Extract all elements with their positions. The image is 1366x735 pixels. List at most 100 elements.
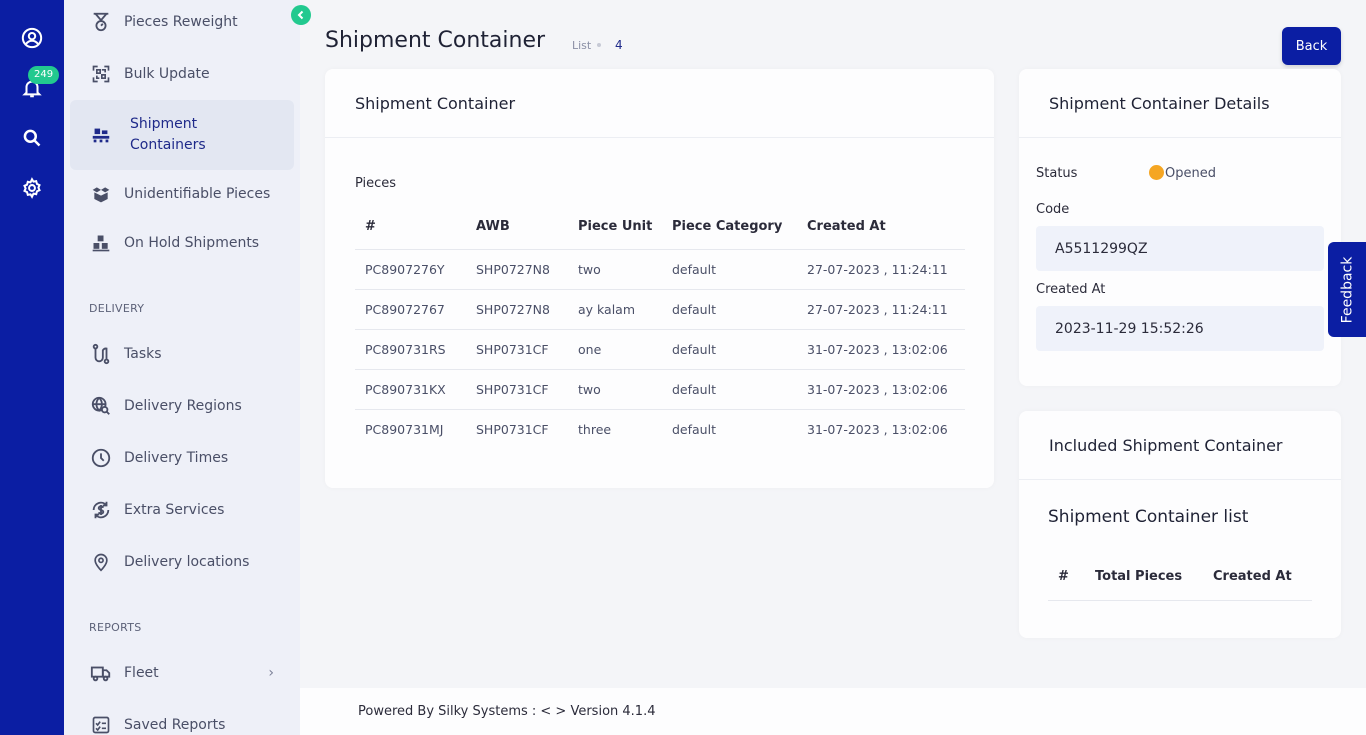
pallet-icon xyxy=(90,124,112,146)
code-value-field: A5511299QZ xyxy=(1036,226,1324,271)
notification-badge: 249 xyxy=(28,66,60,84)
map-pin-icon xyxy=(90,551,112,573)
sidebar-item-tasks[interactable]: Tasks xyxy=(70,336,294,372)
column-header: Piece Unit xyxy=(568,205,662,250)
chevron-right-icon: › xyxy=(268,665,274,681)
cell-awb: SHP0727N8 xyxy=(466,249,568,290)
footer: Powered By Silky Systems : < > Version 4… xyxy=(300,688,1366,735)
sidebar-item-shipment-containers[interactable]: Shipment Containers xyxy=(70,100,294,170)
checklist-icon xyxy=(90,714,112,735)
sidebar-item-saved-reports[interactable]: Saved Reports xyxy=(70,707,294,735)
status-value: Opened xyxy=(1165,166,1216,181)
table-row[interactable]: PC890731KX SHP0731CF two default 31-07-2… xyxy=(355,369,965,410)
cell-piece-category: default xyxy=(672,421,716,437)
route-icon xyxy=(90,343,112,365)
column-header: AWB xyxy=(466,205,568,250)
cell-created-at: 31-07-2023 , 13:02:06 xyxy=(797,329,965,370)
cell-piece-unit: two xyxy=(568,369,662,410)
search-icon[interactable] xyxy=(20,126,44,150)
pieces-card: Shipment Container Pieces # AWB Piece Un… xyxy=(325,69,994,488)
column-header: Created At xyxy=(797,205,965,250)
cell-awb: SHP0727N8 xyxy=(466,289,568,330)
cell-awb: SHP0731CF xyxy=(476,421,549,437)
card-title: Included Shipment Container xyxy=(1019,411,1341,480)
cell-piece-category: default xyxy=(662,369,797,410)
status-indicator-dot xyxy=(1149,165,1164,180)
cell-piece-unit: three xyxy=(578,421,612,437)
cell-created-at: 27-07-2023 , 11:24:11 xyxy=(797,289,965,330)
table-row[interactable]: PC890731MJ SHP0731CF three default 31-07… xyxy=(355,409,965,449)
sidebar-item-delivery-times[interactable]: Delivery Times xyxy=(70,440,294,476)
sidebar-item-label: Delivery Regions xyxy=(124,398,242,414)
breadcrumb-count: 4 xyxy=(615,38,623,52)
sidebar-item-label: On Hold Shipments xyxy=(124,235,260,251)
cell-piece-id: PC890731KX xyxy=(355,369,466,410)
sidebar-item-extra-services[interactable]: Extra Services xyxy=(70,492,294,528)
section-heading-delivery: DELIVERY xyxy=(89,302,145,315)
globe-search-icon xyxy=(90,395,112,417)
cell-awb: SHP0731CF xyxy=(466,369,568,410)
cell-piece-id: PC890731RS xyxy=(355,329,466,370)
cell-created-at: 31-07-2023 , 13:02:06 xyxy=(807,421,948,437)
sidebar-item-fleet[interactable]: Fleet › xyxy=(70,655,294,691)
column-header: # xyxy=(1058,569,1069,584)
cell-piece-category: default xyxy=(662,329,797,370)
column-header: # xyxy=(355,205,466,250)
sidebar-item-label: Shipment Containers xyxy=(130,116,206,153)
feedback-tab[interactable]: Feedback xyxy=(1328,242,1366,337)
back-button[interactable]: Back xyxy=(1282,27,1341,65)
included-container-card: Included Shipment Container Shipment Con… xyxy=(1019,411,1341,638)
breadcrumb-item[interactable]: List xyxy=(572,39,591,52)
sidebar-item-label: Bulk Update xyxy=(124,66,210,82)
qr-scan-icon xyxy=(90,63,112,85)
sidebar-item-unidentifiable-pieces[interactable]: Unidentifiable Pieces xyxy=(70,176,294,212)
status-label: Status xyxy=(1036,166,1078,181)
scale-icon xyxy=(90,11,112,33)
cell-piece-id: PC89072767 xyxy=(355,289,466,330)
sidebar-item-label: Saved Reports xyxy=(124,717,226,733)
sidebar-item-on-hold-shipments[interactable]: On Hold Shipments xyxy=(70,225,294,261)
truck-icon xyxy=(90,662,112,684)
sidebar-item-label: Delivery locations xyxy=(124,554,250,570)
cell-created-at: 31-07-2023 , 13:02:06 xyxy=(797,369,965,410)
table-row[interactable]: PC8907276Y SHP0727N8 two default 27-07-2… xyxy=(355,249,965,290)
section-heading-reports: REPORTS xyxy=(89,621,142,634)
breadcrumb: List xyxy=(572,39,607,52)
sidebar: Pieces Reweight Bulk Update Shipment Con… xyxy=(64,0,300,735)
table-row[interactable]: PC890731RS SHP0731CF one default 31-07-2… xyxy=(355,329,965,370)
icon-rail: 249 xyxy=(0,0,64,735)
sidebar-item-label: Fleet xyxy=(124,665,159,681)
collapse-sidebar-button[interactable] xyxy=(291,5,311,25)
sidebar-item-label: Extra Services xyxy=(124,502,225,518)
table-row[interactable]: PC89072767 SHP0727N8 ay kalam default 27… xyxy=(355,289,965,330)
pieces-section-label: Pieces xyxy=(355,176,397,191)
footer-text: Powered By Silky Systems : < > Version 4… xyxy=(358,704,656,719)
cell-piece-unit: one xyxy=(568,329,662,370)
sidebar-item-label: Pieces Reweight xyxy=(124,14,238,30)
gear-icon[interactable] xyxy=(20,176,44,200)
pieces-table: # AWB Piece Unit Piece Category Created … xyxy=(355,205,965,449)
sidebar-item-pieces-reweight[interactable]: Pieces Reweight xyxy=(70,4,294,40)
breadcrumb-separator xyxy=(597,43,602,47)
table-header-row: # AWB Piece Unit Piece Category Created … xyxy=(355,205,965,250)
sidebar-item-label: Tasks xyxy=(124,346,162,362)
user-circle-icon[interactable] xyxy=(20,26,44,50)
created-at-label: Created At xyxy=(1036,282,1106,297)
card-title: Shipment Container xyxy=(325,69,994,138)
created-at-value-field: 2023-11-29 15:52:26 xyxy=(1036,306,1324,351)
container-list-table-header: # Total Pieces Created At xyxy=(1048,555,1312,601)
page-title: Shipment Container xyxy=(325,28,546,53)
column-header: Piece Category xyxy=(662,205,797,250)
cell-piece-id: PC890731MJ xyxy=(365,421,444,437)
cell-created-at: 27-07-2023 , 11:24:11 xyxy=(797,249,965,290)
sidebar-item-delivery-regions[interactable]: Delivery Regions xyxy=(70,388,294,424)
cell-piece-id: PC8907276Y xyxy=(355,249,466,290)
sidebar-item-delivery-locations[interactable]: Delivery locations xyxy=(70,544,294,580)
stacked-boxes-icon xyxy=(90,232,112,254)
code-label: Code xyxy=(1036,202,1070,217)
sidebar-item-label: Delivery Times xyxy=(124,450,229,466)
cell-awb: SHP0731CF xyxy=(466,329,568,370)
chevron-left-icon xyxy=(297,10,304,20)
dollar-cycle-icon xyxy=(90,499,112,521)
sidebar-item-bulk-update[interactable]: Bulk Update xyxy=(70,56,294,92)
